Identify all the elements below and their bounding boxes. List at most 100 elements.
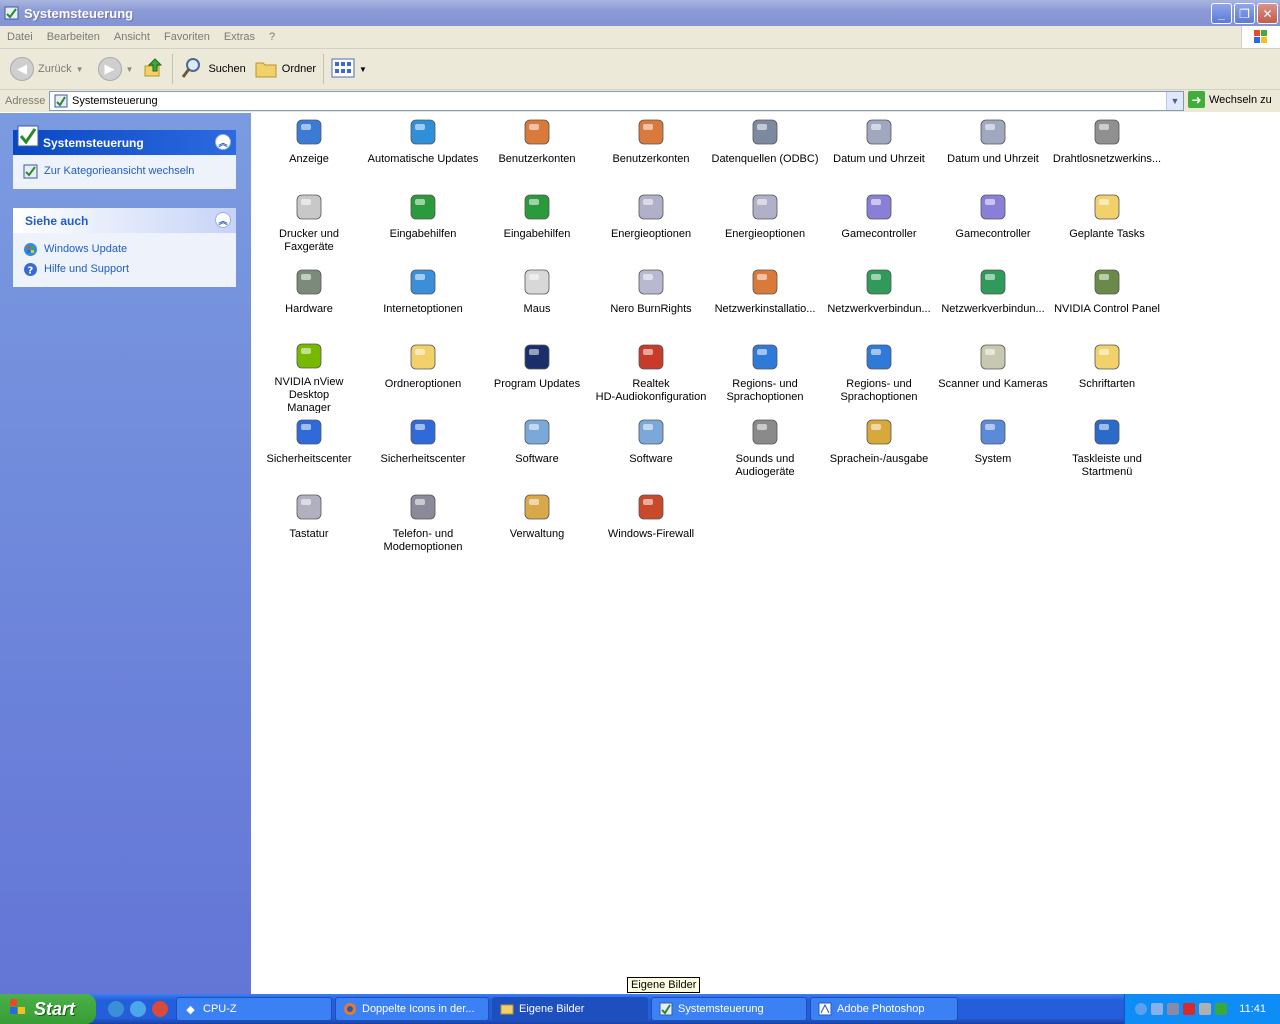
- task-photoshop[interactable]: Adobe Photoshop: [810, 997, 958, 1021]
- title-bar[interactable]: Systemsteuerung _ ❐ ✕: [0, 0, 1280, 26]
- minimize-button[interactable]: _: [1211, 3, 1232, 24]
- address-input[interactable]: Systemsteuerung ▼: [49, 91, 1184, 111]
- menu-extras[interactable]: Extras: [217, 31, 262, 43]
- control-panel-item[interactable]: System: [936, 413, 1050, 488]
- address-dropdown-button[interactable]: ▼: [1166, 92, 1183, 110]
- control-panel-item[interactable]: Sicherheitscenter: [366, 413, 480, 488]
- clock-icon: [976, 115, 1010, 149]
- control-panel-item[interactable]: Software: [480, 413, 594, 488]
- network-icon[interactable]: [1167, 1003, 1180, 1015]
- control-panel-item[interactable]: Regions- und Sprachoptionen: [708, 338, 822, 413]
- item-label: Sicherheitscenter: [380, 453, 466, 465]
- show-hidden-icons-icon[interactable]: [1135, 1003, 1148, 1015]
- control-panel-item[interactable]: Gamecontroller: [936, 188, 1050, 263]
- globe-icon: [862, 340, 896, 374]
- menu-datei[interactable]: Datei: [0, 31, 40, 43]
- item-label: Regions- und Sprachoptionen: [840, 378, 918, 403]
- help-support-link[interactable]: ? Hilfe und Support: [23, 259, 236, 279]
- nvidia-tray-icon[interactable]: [1215, 1003, 1228, 1015]
- item-label: Regions- und Sprachoptionen: [726, 378, 804, 403]
- item-label: Program Updates: [493, 378, 581, 390]
- internet-explorer-icon[interactable]: [130, 1001, 146, 1017]
- control-panel-item[interactable]: Eingabehilfen: [366, 188, 480, 263]
- control-panel-item[interactable]: Taskleiste und Startmenü: [1050, 413, 1164, 488]
- control-panel-item[interactable]: Geplante Tasks: [1050, 188, 1164, 263]
- control-panel-item[interactable]: Drahtlosnetzwerkins...: [1050, 113, 1164, 188]
- item-label: Automatische Updates: [367, 153, 479, 165]
- control-panel-item[interactable]: Ordneroptionen: [366, 338, 480, 413]
- folders-button[interactable]: Ordner: [250, 52, 320, 86]
- menu-help[interactable]: ?: [262, 31, 282, 43]
- media-player-icon[interactable]: [152, 1001, 168, 1017]
- task-systemsteuerung[interactable]: Systemsteuerung: [651, 997, 807, 1021]
- control-panel-item[interactable]: Datum und Uhrzeit: [822, 113, 936, 188]
- control-panel-item[interactable]: Nero BurnRights: [594, 263, 708, 338]
- control-panel-item[interactable]: Drucker und Faxgeräte: [252, 188, 366, 263]
- software-icon: [520, 415, 554, 449]
- control-panel-item[interactable]: Schriftarten: [1050, 338, 1164, 413]
- control-panel-item[interactable]: NVIDIA Control Panel: [1050, 263, 1164, 338]
- antivirus-icon[interactable]: [1183, 1003, 1196, 1015]
- control-panel-item[interactable]: Hardware: [252, 263, 366, 338]
- control-panel-item[interactable]: Sprachein-/ausgabe: [822, 413, 936, 488]
- windows-update-icon: [406, 115, 440, 149]
- category-view-icon: [23, 164, 38, 179]
- photoshop-icon: [817, 1002, 832, 1017]
- panel-header[interactable]: Siehe auch ︽: [13, 208, 236, 233]
- panel-header[interactable]: Systemsteuerung ︽: [13, 125, 236, 155]
- control-panel-item[interactable]: Datum und Uhrzeit: [936, 113, 1050, 188]
- go-button[interactable]: ➜ Wechseln zu: [1188, 91, 1272, 108]
- volume-icon[interactable]: [1151, 1003, 1164, 1015]
- control-panel-item[interactable]: Gamecontroller: [822, 188, 936, 263]
- task-cpuz[interactable]: ◆ CPU-Z: [176, 997, 332, 1021]
- forward-button[interactable]: ▶ ▼: [94, 52, 138, 86]
- control-panel-item[interactable]: Datenquellen (ODBC): [708, 113, 822, 188]
- control-panel-item[interactable]: Tastatur: [252, 488, 366, 563]
- close-button[interactable]: ✕: [1257, 3, 1278, 24]
- control-panel-item[interactable]: Program Updates: [480, 338, 594, 413]
- search-button[interactable]: Suchen: [176, 52, 249, 86]
- desktop-icon[interactable]: [108, 1001, 124, 1017]
- control-panel-item[interactable]: Telefon- und Modemoptionen: [366, 488, 480, 563]
- control-panel-item[interactable]: Internetoptionen: [366, 263, 480, 338]
- control-panel-item[interactable]: Maus: [480, 263, 594, 338]
- control-panel-item[interactable]: Realtek HD-Audiokonfiguration: [594, 338, 708, 413]
- control-panel-item[interactable]: Eingabehilfen: [480, 188, 594, 263]
- control-panel-item[interactable]: Netzwerkverbindun...: [822, 263, 936, 338]
- maximize-button[interactable]: ❐: [1234, 3, 1255, 24]
- collapse-icon[interactable]: ︽: [215, 134, 231, 150]
- views-button[interactable]: ▼: [327, 52, 371, 86]
- windows-update-link[interactable]: Windows Update: [23, 239, 236, 259]
- task-eigene-bilder[interactable]: Eigene Bilder: [492, 997, 648, 1021]
- control-panel-item[interactable]: Automatische Updates: [366, 113, 480, 188]
- control-panel-item[interactable]: Scanner und Kameras: [936, 338, 1050, 413]
- up-button[interactable]: [137, 52, 169, 86]
- control-panel-item[interactable]: Energieoptionen: [708, 188, 822, 263]
- printer-tray-icon[interactable]: [1199, 1003, 1212, 1015]
- collapse-icon[interactable]: ︽: [215, 212, 231, 228]
- control-panel-item[interactable]: Benutzerkonten: [480, 113, 594, 188]
- menu-ansicht[interactable]: Ansicht: [107, 31, 157, 43]
- menu-bearbeiten[interactable]: Bearbeiten: [40, 31, 107, 43]
- software-icon: [634, 415, 668, 449]
- menu-favoriten[interactable]: Favoriten: [157, 31, 217, 43]
- control-panel-item[interactable]: Netzwerkinstallatio...: [708, 263, 822, 338]
- control-panel-item[interactable]: Energieoptionen: [594, 188, 708, 263]
- item-label: Netzwerkverbindun...: [827, 303, 931, 315]
- start-button[interactable]: Start: [0, 994, 96, 1024]
- control-panel-item[interactable]: Regions- und Sprachoptionen: [822, 338, 936, 413]
- control-panel-item[interactable]: Windows-Firewall: [594, 488, 708, 563]
- back-button[interactable]: ◀ Zurück ▼: [6, 52, 88, 86]
- control-panel-item[interactable]: Software: [594, 413, 708, 488]
- control-panel-item[interactable]: Sounds und Audiogeräte: [708, 413, 822, 488]
- control-panel-item[interactable]: NVIDIA nView Desktop Manager: [252, 338, 366, 413]
- switch-category-view-link[interactable]: Zur Kategorieansicht wechseln: [23, 161, 236, 181]
- task-firefox[interactable]: Doppelte Icons in der...: [335, 997, 489, 1021]
- control-panel-item[interactable]: Netzwerkverbindun...: [936, 263, 1050, 338]
- control-panel-item[interactable]: Sicherheitscenter: [252, 413, 366, 488]
- control-panel-item[interactable]: Anzeige: [252, 113, 366, 188]
- item-label: Software: [515, 453, 559, 465]
- item-label: Gamecontroller: [841, 228, 917, 240]
- control-panel-item[interactable]: Benutzerkonten: [594, 113, 708, 188]
- control-panel-item[interactable]: Verwaltung: [480, 488, 594, 563]
